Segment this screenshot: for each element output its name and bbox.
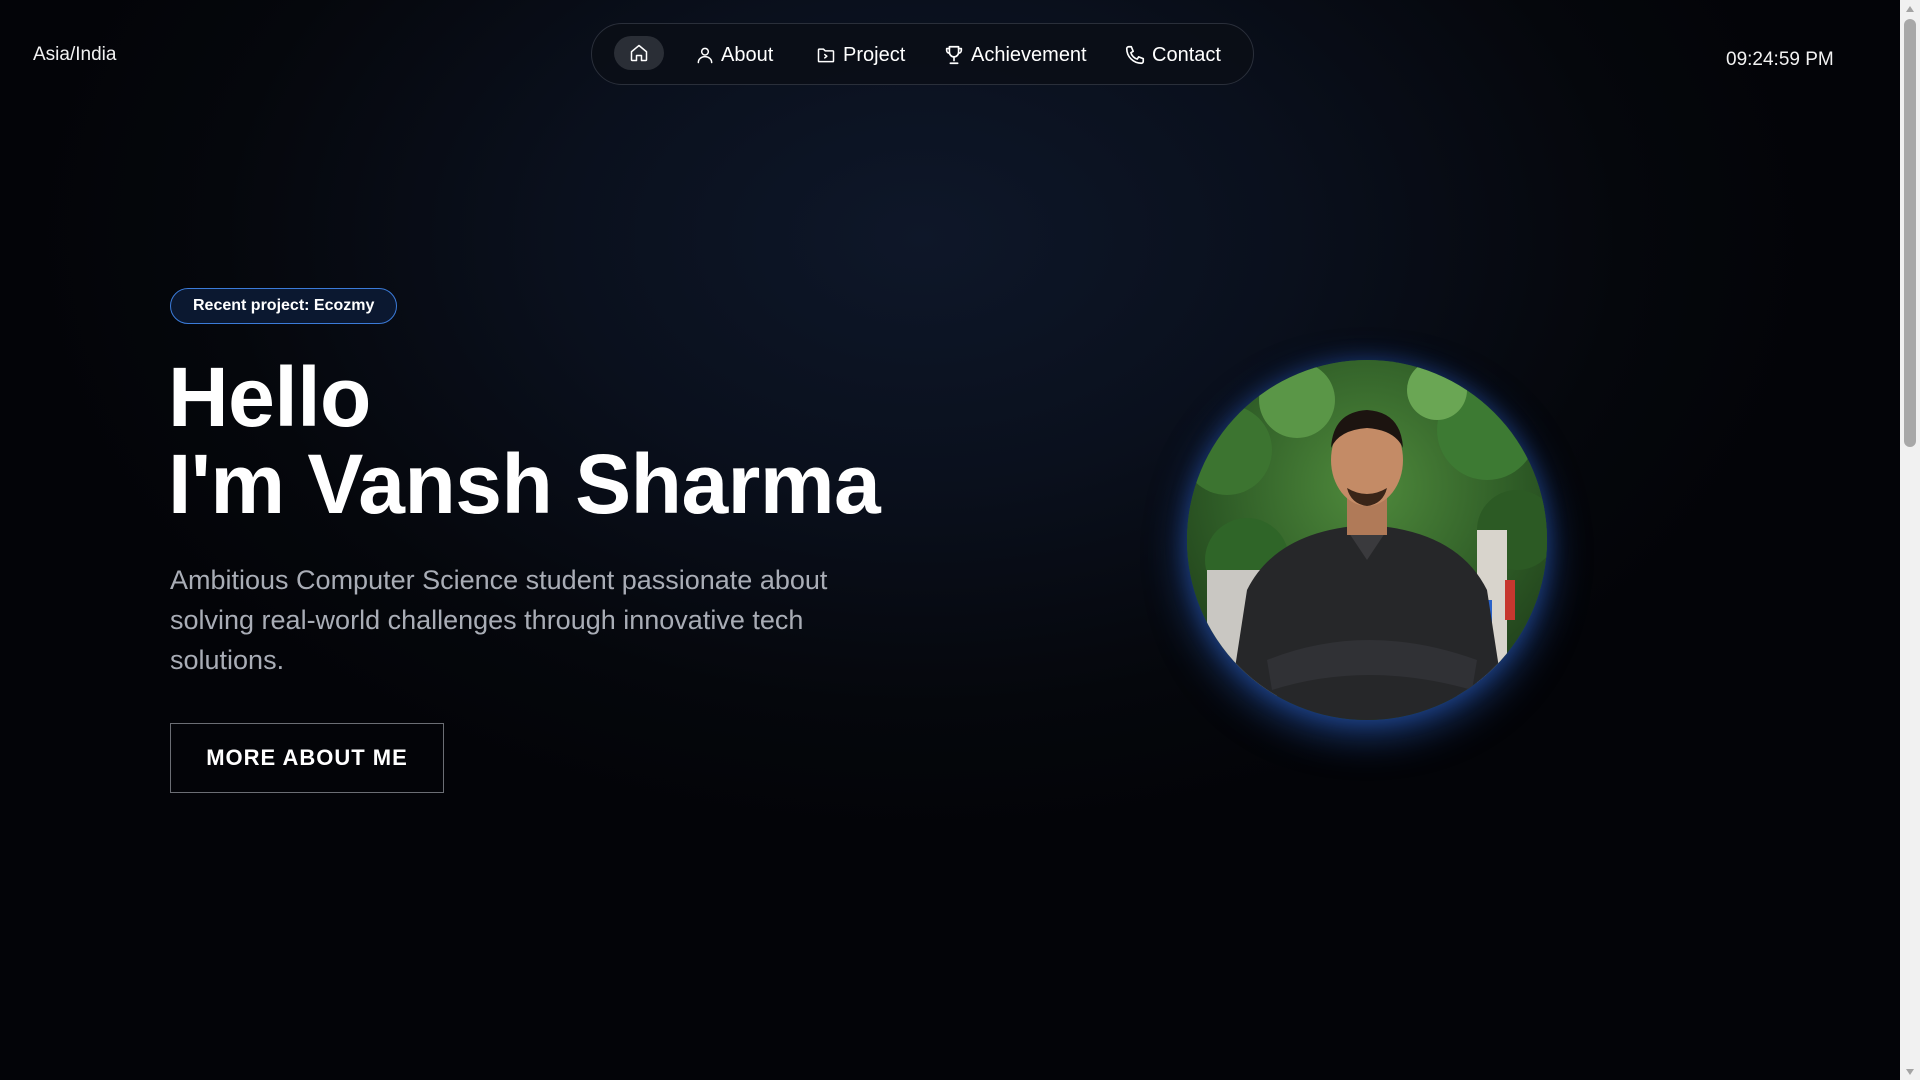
timezone-label: Asia/India — [33, 44, 117, 65]
top-navigation: About Project Achievement Contact — [591, 23, 1254, 85]
hero-description: Ambitious Computer Science student passi… — [170, 565, 828, 675]
scroll-up-arrow-icon[interactable] — [1900, 0, 1920, 17]
nav-item-project[interactable]: Project — [815, 24, 905, 86]
portfolio-page: Asia/India About Project Achievement Con… — [0, 0, 1900, 1080]
current-time: 09:24:59 PM — [1726, 49, 1834, 70]
nav-item-contact-label: Contact — [1152, 43, 1221, 66]
trophy-icon — [945, 45, 963, 65]
home-icon — [630, 44, 648, 62]
phone-icon — [1125, 45, 1145, 65]
profile-photo — [1187, 360, 1547, 720]
more-about-me-button[interactable]: MORE ABOUT ME — [170, 723, 444, 793]
nav-item-about[interactable]: About — [695, 24, 773, 86]
recent-project-badge[interactable]: Recent project: Ecozmy — [170, 288, 398, 324]
nav-item-achievement-label: Achievement — [971, 43, 1087, 66]
folder-icon — [817, 48, 835, 63]
scroll-down-arrow-icon[interactable] — [1900, 1063, 1920, 1080]
page-scrollbar[interactable] — [1900, 0, 1920, 1080]
nav-item-project-label: Project — [843, 43, 906, 66]
profile-photo-illustration — [1187, 360, 1547, 720]
hero-name: I'm Vansh Sharma — [168, 437, 881, 531]
nav-item-contact[interactable]: Contact — [1124, 24, 1221, 86]
nav-item-achievement[interactable]: Achievement — [943, 24, 1087, 86]
nav-item-about-label: About — [721, 43, 774, 66]
user-icon — [697, 47, 713, 64]
scrollbar-thumb[interactable] — [1904, 19, 1916, 447]
hero-greeting: Hello — [168, 350, 371, 444]
nav-home-button[interactable] — [614, 36, 664, 70]
